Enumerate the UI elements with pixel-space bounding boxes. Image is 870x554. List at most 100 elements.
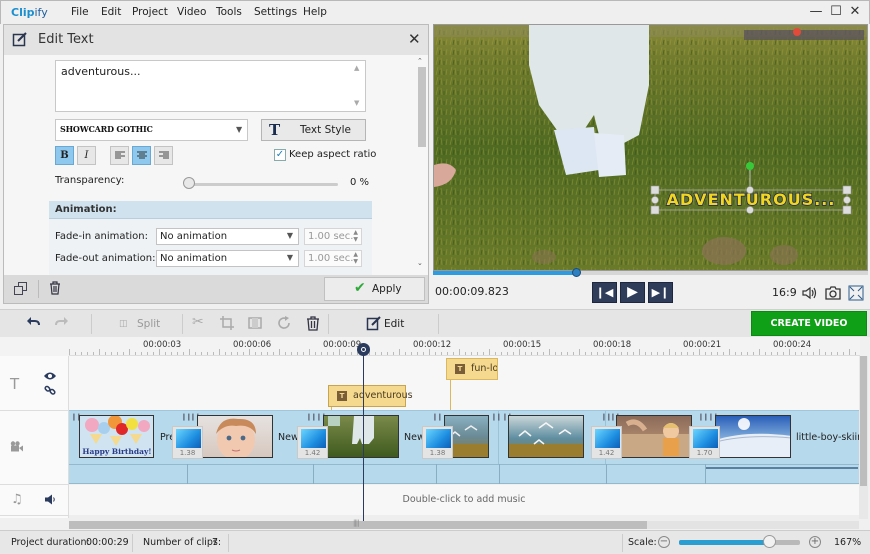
resize-handle[interactable] [842, 205, 852, 215]
zoom-out-icon[interactable]: − [658, 536, 670, 548]
bold-button[interactable]: B [55, 146, 74, 165]
apply-button[interactable]: ✔ Apply [324, 277, 425, 301]
fullscreen-icon[interactable] [847, 284, 865, 302]
panel-scroll-thumb[interactable] [418, 67, 426, 147]
frame-icon[interactable] [247, 315, 263, 331]
speaker-icon[interactable] [44, 494, 56, 505]
transition-thumbnail [301, 429, 326, 448]
scroll-up-icon[interactable]: ▲ [354, 64, 425, 72]
clip-thumbnail-skiing[interactable] [715, 415, 791, 458]
menu-settings[interactable]: Settings [254, 6, 297, 18]
video-preview[interactable]: ADVENTUROUS... [433, 24, 868, 271]
align-right-button[interactable] [154, 146, 173, 165]
ruler-tick [615, 352, 616, 355]
menu-tools[interactable]: Tools [216, 6, 242, 18]
italic-button[interactable]: I [77, 146, 96, 165]
undo-icon[interactable] [25, 315, 41, 331]
text-style-button[interactable]: T Text Style [261, 119, 366, 141]
redo-icon[interactable] [54, 315, 70, 331]
fade-in-select[interactable]: No animation ▼ [156, 228, 299, 245]
fade-out-select[interactable]: No animation ▼ [156, 250, 299, 267]
trash-icon[interactable] [305, 315, 321, 331]
crop-icon[interactable] [219, 315, 235, 331]
rotate-handle[interactable] [746, 162, 754, 170]
resize-handle[interactable] [842, 185, 852, 195]
visibility-eye-icon[interactable] [43, 371, 57, 381]
scroll-down-icon[interactable]: ▼ [354, 99, 425, 107]
close-icon[interactable]: ✕ [846, 4, 864, 20]
transition[interactable]: 1.42 [591, 426, 622, 459]
text-clip[interactable]: T fun-lo [446, 358, 498, 380]
scale-slider-track[interactable] [679, 540, 800, 545]
menu-project[interactable]: Project [132, 6, 168, 18]
zoom-in-icon[interactable]: + [809, 536, 821, 548]
transparency-slider-track[interactable] [187, 183, 338, 186]
transparency-slider-thumb[interactable] [183, 177, 195, 189]
menu-help[interactable]: Help [303, 6, 327, 18]
resize-handle[interactable] [746, 186, 754, 194]
clip-thumbnail-grass[interactable] [323, 415, 399, 458]
horizontal-scroll-thumb[interactable]: |||| [69, 519, 647, 529]
maximize-icon[interactable]: ☐ [827, 4, 845, 20]
close-panel-icon[interactable]: ✕ [408, 30, 421, 48]
resize-handle[interactable] [746, 206, 754, 214]
text-clip-selected[interactable]: T adventurous [328, 385, 413, 407]
split-button[interactable]: Split [137, 318, 160, 330]
font-select[interactable]: SHOWCARD GOTHIC ▼ [55, 119, 248, 141]
link-icon[interactable] [44, 384, 56, 396]
minimize-icon[interactable]: — [807, 4, 825, 20]
next-frame-button[interactable]: ▶❙ [648, 282, 673, 303]
clip-thumbnail-seagulls-2[interactable] [508, 415, 584, 458]
clip-thumbnail-girl[interactable] [616, 415, 692, 458]
transition[interactable]: 1.70 [689, 426, 720, 459]
resize-handle[interactable] [650, 205, 660, 215]
menu-edit[interactable]: Edit [101, 6, 121, 18]
ruler-tick [543, 352, 544, 355]
transition[interactable]: 1.38 [422, 426, 453, 459]
scale-slider-thumb[interactable] [762, 535, 776, 548]
duplicate-icon[interactable] [14, 282, 27, 295]
edit-button[interactable]: Edit [384, 318, 404, 330]
fade-out-duration[interactable]: 1.00 sec. ▲ ▼ [304, 250, 362, 267]
scroll-up-icon[interactable]: ⌃ [417, 57, 423, 65]
resize-handle[interactable] [651, 196, 659, 204]
spinner-icon[interactable]: ▲ ▼ [353, 229, 358, 243]
clip-thumbnail-baby[interactable] [197, 415, 273, 458]
timeline-ruler[interactable]: 00:00:03 00:00:06 00:00:09 00:00:12 00:00:15… [69, 337, 860, 356]
play-button[interactable]: ▶ [620, 282, 645, 303]
seek-bar[interactable] [433, 268, 868, 277]
fade-in-duration[interactable]: 1.00 sec. ▲ ▼ [304, 228, 362, 245]
ruler-tick [825, 352, 826, 355]
clip-thumbnail-birthday[interactable]: Happy Birthday! [79, 415, 154, 458]
timeline-vertical-scrollbar[interactable] [859, 356, 868, 519]
previous-frame-button[interactable]: ❙◀ [592, 282, 617, 303]
menu-video[interactable]: Video [177, 6, 206, 18]
clip-grip-handle[interactable]: ❙❙ [491, 413, 502, 421]
aspect-ratio-selector[interactable]: 16:9 [772, 286, 797, 299]
rotate-icon[interactable] [276, 315, 292, 331]
spinner-icon[interactable]: ▲ ▼ [353, 251, 358, 265]
volume-icon[interactable] [801, 284, 819, 302]
transition[interactable]: 1.38 [172, 426, 203, 459]
align-center-button[interactable] [132, 146, 151, 165]
panel-scrollbar[interactable]: ⌃ ⌄ [417, 57, 427, 271]
text-input[interactable]: adventurous... [55, 60, 366, 112]
seek-thumb[interactable] [571, 268, 581, 277]
playhead-handle[interactable] [357, 343, 370, 356]
align-left-button[interactable] [110, 146, 129, 165]
cut-icon[interactable]: ✂ [192, 314, 204, 330]
resize-handle[interactable] [650, 185, 660, 195]
snapshot-camera-icon[interactable] [824, 284, 842, 302]
clip-grip-handle[interactable]: ❙❙ [432, 413, 443, 421]
menu-file[interactable]: File [71, 6, 89, 18]
create-video-button[interactable]: CREATE VIDEO [751, 311, 867, 336]
clip-grip-handle[interactable]: ❙❙ [698, 413, 709, 421]
timeline-horizontal-scrollbar[interactable]: |||| [69, 519, 859, 529]
music-track[interactable]: Double-click to add music [69, 485, 859, 515]
scroll-down-icon[interactable]: ⌄ [417, 259, 423, 267]
transition[interactable]: 1.42 [297, 426, 328, 459]
delete-icon[interactable] [49, 281, 61, 295]
clip-grip-handle[interactable]: ❙❙ [306, 413, 317, 421]
resize-handle[interactable] [843, 196, 851, 204]
vertical-scroll-thumb[interactable] [860, 356, 867, 486]
